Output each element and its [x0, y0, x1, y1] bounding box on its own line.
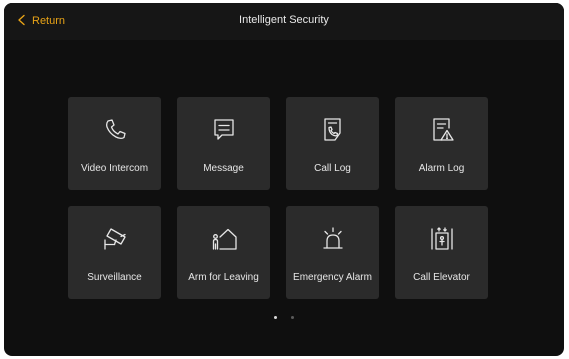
tile-label: Surveillance: [87, 272, 142, 283]
tile-surveillance[interactable]: Surveillance: [68, 206, 161, 299]
tile-alarm-log[interactable]: Alarm Log: [395, 97, 488, 190]
tile-call-log[interactable]: Call Log: [286, 97, 379, 190]
siren-icon: [318, 224, 348, 254]
tile-arm-for-leaving[interactable]: Arm for Leaving: [177, 206, 270, 299]
page-title: Intelligent Security: [239, 14, 329, 26]
tile-video-intercom[interactable]: Video Intercom: [68, 97, 161, 190]
tile-label: Alarm Log: [418, 163, 465, 174]
tile-label: Call Log: [314, 163, 351, 174]
tile-call-elevator[interactable]: Call Elevator: [395, 206, 488, 299]
tile-label: Message: [203, 163, 244, 174]
function-grid: Video Intercom Message Call Log Alarm Lo…: [68, 97, 488, 299]
tile-label: Call Elevator: [413, 272, 470, 283]
alarm-log-icon: [427, 115, 457, 145]
tile-message[interactable]: Message: [177, 97, 270, 190]
top-bar: Return Intelligent Security: [4, 3, 564, 40]
tile-label: Video Intercom: [80, 163, 149, 174]
tile-label: Emergency Alarm: [293, 272, 372, 283]
call-log-icon: [318, 115, 348, 145]
page-dot[interactable]: [291, 316, 294, 319]
message-icon: [209, 115, 239, 145]
page-indicator: [4, 316, 564, 319]
tile-label: Arm for Leaving: [188, 272, 259, 283]
screen: Return Intelligent Security Video Interc…: [4, 3, 564, 356]
page-dot-active[interactable]: [274, 316, 277, 319]
elevator-icon: [427, 224, 457, 254]
camera-icon: [100, 224, 130, 254]
tile-emergency-alarm[interactable]: Emergency Alarm: [286, 206, 379, 299]
phone-icon: [100, 115, 130, 145]
arm-leaving-icon: [209, 224, 239, 254]
